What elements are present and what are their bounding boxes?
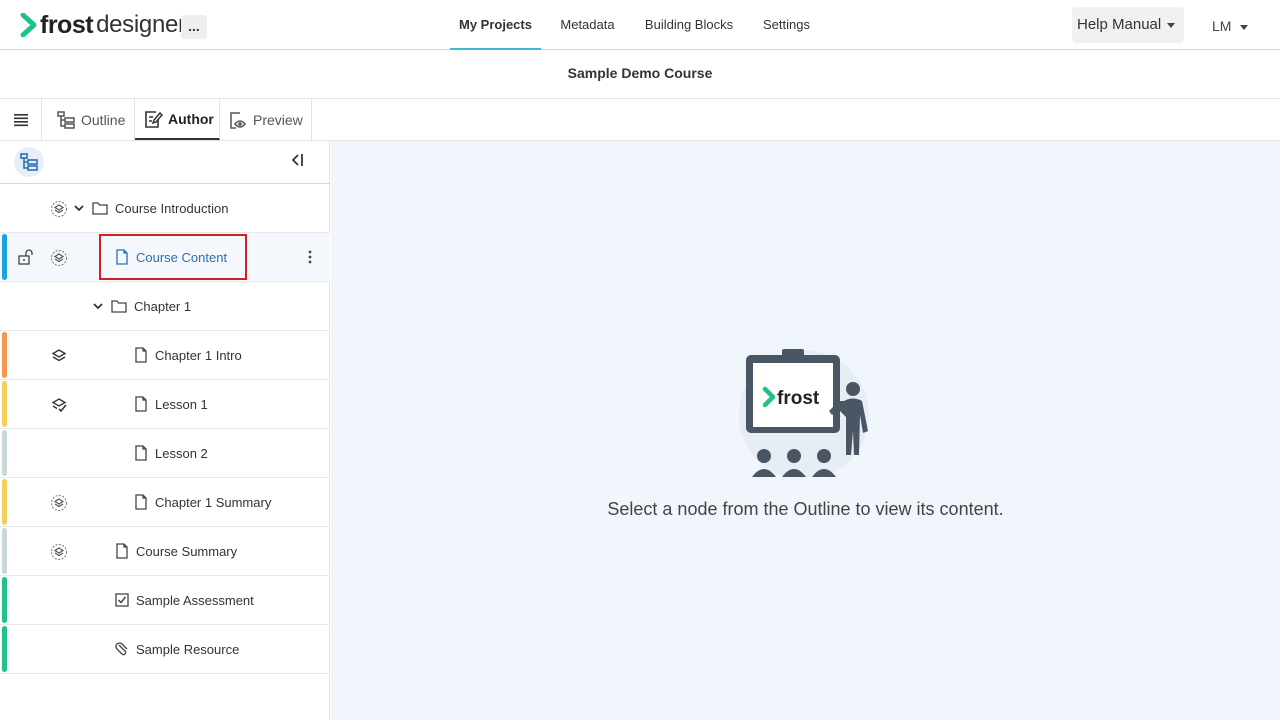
- view-tab-bar: Outline Author Preview: [0, 99, 1280, 141]
- outline-row-chapter-1[interactable]: Chapter 1: [0, 282, 330, 331]
- outline-row-sample-assessment[interactable]: Sample Assessment: [0, 576, 330, 625]
- selection-highlight-box: [99, 234, 247, 280]
- user-menu[interactable]: LM: [1212, 15, 1249, 37]
- nav-building-blocks[interactable]: Building Blocks: [637, 0, 741, 50]
- nav-settings[interactable]: Settings: [756, 0, 817, 50]
- outline-row-lesson-2[interactable]: Lesson 2: [0, 429, 330, 478]
- outline-row-chapter-1-summary[interactable]: Chapter 1 Summary: [0, 478, 330, 527]
- outline-panel-header: [0, 141, 330, 184]
- tab-author-label: Author: [168, 110, 214, 127]
- outline-item-label: Sample Assessment: [136, 592, 254, 608]
- caret-down-icon: [1240, 24, 1249, 30]
- status-color-bar: [2, 332, 7, 378]
- status-color-bar: [2, 430, 7, 476]
- tab-outline-label: Outline: [81, 111, 126, 128]
- in-progress-status-icon: [51, 201, 67, 217]
- outline-item-label: Chapter 1 Intro: [155, 347, 242, 363]
- tab-preview-label: Preview: [253, 111, 303, 128]
- author-edit-icon: [145, 110, 163, 128]
- outline-view-button[interactable]: [14, 147, 44, 177]
- unlock-icon[interactable]: [17, 249, 33, 265]
- status-color-bar: [2, 381, 7, 427]
- help-manual-dropdown[interactable]: Help Manual: [1072, 7, 1184, 43]
- status-color-bar: [2, 577, 7, 623]
- outline-item-label: Course Introduction: [115, 200, 229, 216]
- outline-row-sample-resource[interactable]: Sample Resource: [0, 625, 330, 674]
- presenter-board-illustration: frost: [739, 349, 869, 477]
- kebab-menu-icon[interactable]: [306, 249, 314, 265]
- tab-preview[interactable]: Preview: [220, 99, 312, 140]
- outline-row-lesson-1[interactable]: Lesson 1: [0, 380, 330, 429]
- status-color-bar: [2, 234, 7, 280]
- outline-row-course-summary[interactable]: Course Summary: [0, 527, 330, 576]
- layers-check-icon: [51, 398, 67, 413]
- tab-outline[interactable]: Outline: [48, 99, 135, 140]
- outline-panel: Course Introduction Course Content Chapt…: [0, 141, 330, 720]
- in-progress-status-icon: [51, 250, 67, 266]
- content-area: frost Select a node from the Outline to …: [331, 141, 1280, 720]
- paperclip-icon: [115, 642, 128, 656]
- outline-item-label: Lesson 1: [155, 396, 208, 412]
- folder-icon: [111, 300, 127, 313]
- status-color-bar: [2, 626, 7, 672]
- collapse-left-icon: [291, 154, 303, 166]
- outline-item-label: Sample Resource: [136, 641, 240, 657]
- status-color-bar: [2, 479, 7, 525]
- outline-item-label: Course Summary: [136, 543, 238, 559]
- in-progress-status-icon: [51, 544, 67, 560]
- chevron-down-icon[interactable]: [73, 202, 85, 214]
- nav-my-projects[interactable]: My Projects: [450, 0, 541, 50]
- help-manual-label: Help Manual: [1077, 16, 1162, 33]
- status-color-bar: [2, 528, 7, 574]
- collapse-panel-button[interactable]: [290, 153, 304, 171]
- hamburger-icon: [13, 113, 28, 126]
- empty-state-message: Select a node from the Outline to view i…: [607, 499, 1004, 519]
- hamburger-menu-button[interactable]: [0, 99, 42, 140]
- illustration-brand-text: frost: [777, 388, 820, 409]
- in-progress-status-icon: [51, 495, 67, 511]
- checkbox-assessment-icon: [115, 593, 129, 607]
- page-icon: [135, 396, 147, 412]
- outline-item-label: Chapter 1 Summary: [155, 494, 272, 510]
- outline-row-course-introduction[interactable]: Course Introduction: [0, 184, 330, 233]
- layers-icon: [51, 349, 67, 362]
- page-icon: [135, 445, 147, 461]
- page-icon: [135, 347, 147, 363]
- outline-row-chapter-1-intro[interactable]: Chapter 1 Intro: [0, 331, 330, 380]
- outline-tree-icon: [20, 153, 38, 171]
- outline-item-label: Lesson 2: [155, 445, 208, 461]
- user-initials: LM: [1212, 18, 1232, 34]
- folder-icon: [92, 202, 108, 215]
- outline-tree-icon: [57, 110, 75, 129]
- tab-author[interactable]: Author: [135, 99, 220, 140]
- nav-metadata[interactable]: Metadata: [552, 0, 623, 50]
- outline-item-label: Chapter 1: [134, 298, 192, 314]
- chevron-down-icon[interactable]: [92, 300, 104, 312]
- top-navbar: frost designer ... My Projects Metadata …: [0, 0, 1280, 50]
- course-title: Sample Demo Course: [567, 65, 713, 81]
- caret-down-icon: [1167, 22, 1176, 28]
- preview-eye-icon: [230, 111, 246, 129]
- page-icon: [116, 543, 128, 559]
- course-title-bar: Sample Demo Course: [0, 50, 1280, 99]
- page-icon: [135, 494, 147, 510]
